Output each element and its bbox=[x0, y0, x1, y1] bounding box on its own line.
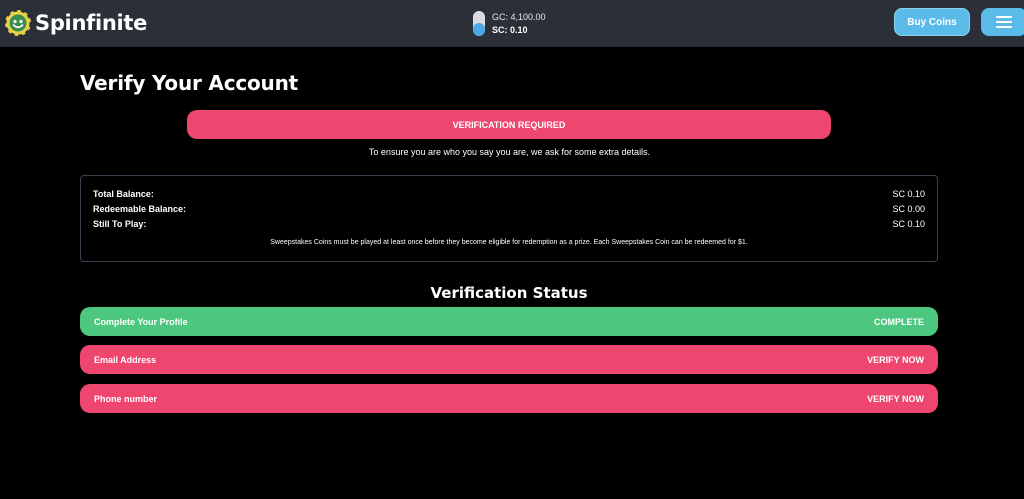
sc-balance: SC: 0.10 bbox=[492, 24, 528, 35]
status-value: COMPLETE bbox=[873, 316, 924, 327]
balance-value: SC 0.00 bbox=[892, 204, 925, 214]
hamburger-menu-icon bbox=[996, 16, 1012, 28]
verification-subtitle: To ensure you are who you say you are, w… bbox=[368, 147, 651, 157]
buy-coins-button[interactable]: Buy Coins bbox=[894, 8, 970, 36]
verification-required-banner: VERIFICATION REQUIRED bbox=[187, 110, 831, 139]
balance-lines: GC: 4,100.00 SC: 0.10 bbox=[492, 12, 546, 35]
verify-now-button[interactable]: VERIFY NOW bbox=[867, 355, 924, 365]
currency-toggle-knob bbox=[473, 22, 485, 36]
balance-label: Still To Play: bbox=[93, 219, 147, 229]
coin-balance-display[interactable]: GC: 4,100.00 SC: 0.10 bbox=[473, 9, 546, 37]
status-label: Phone number bbox=[94, 393, 158, 404]
balance-row-still-to-play: Still To Play: SC 0.10 bbox=[93, 218, 925, 230]
balance-label: Total Balance: bbox=[93, 189, 154, 199]
page-title: Verify Your Account bbox=[80, 71, 298, 95]
status-row-profile[interactable]: Complete Your Profile COMPLETE bbox=[80, 307, 938, 336]
top-navigation-bar: Spinfinite GC: 4,100.00 SC: 0.10 Buy Coi… bbox=[0, 0, 1024, 47]
chip-logo-icon bbox=[4, 9, 32, 37]
status-label: Complete Your Profile bbox=[94, 316, 188, 327]
status-row-phone[interactable]: Phone number VERIFY NOW bbox=[80, 384, 938, 413]
currency-toggle[interactable] bbox=[473, 10, 485, 36]
status-row-email[interactable]: Email Address VERIFY NOW bbox=[80, 345, 938, 374]
brand-name: Spinfinite bbox=[35, 11, 148, 35]
verify-now-button[interactable]: VERIFY NOW bbox=[867, 394, 924, 404]
menu-button[interactable] bbox=[981, 8, 1024, 36]
balance-row-redeemable: Redeemable Balance: SC 0.00 bbox=[93, 203, 925, 215]
balance-row-total: Total Balance: SC 0.10 bbox=[93, 188, 925, 200]
balance-value: SC 0.10 bbox=[892, 189, 925, 199]
verification-status-title: Verification Status bbox=[430, 284, 588, 302]
balance-label: Redeemable Balance: bbox=[93, 204, 187, 214]
sweepstakes-note: Sweepstakes Coins must be played at leas… bbox=[270, 239, 748, 246]
gc-balance: GC: 4,100.00 bbox=[492, 11, 546, 22]
brand-logo[interactable]: Spinfinite bbox=[4, 8, 147, 38]
balance-panel: Total Balance: SC 0.10 Redeemable Balanc… bbox=[80, 175, 938, 262]
status-label: Email Address bbox=[94, 354, 157, 365]
balance-value: SC 0.10 bbox=[892, 219, 925, 229]
